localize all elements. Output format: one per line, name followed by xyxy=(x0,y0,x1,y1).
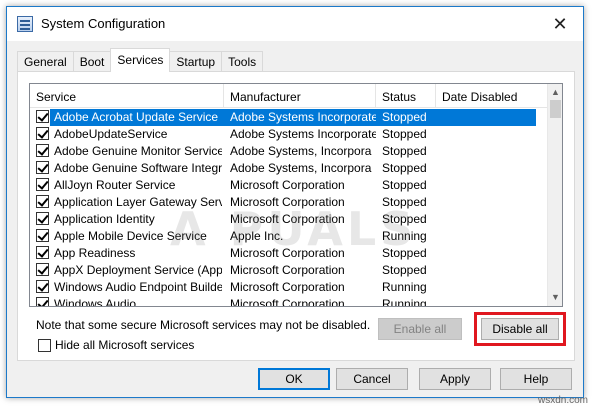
list-item[interactable]: Adobe Genuine Monitor Service Adobe Syste… xyxy=(30,143,550,160)
services-tab-panel: Service Manufacturer Status Date Disable… xyxy=(17,71,575,361)
vertical-scrollbar[interactable]: ▲ ▼ xyxy=(547,84,562,306)
service-status: Stopped xyxy=(382,195,427,209)
service-manufacturer: Adobe Systems, Incorpora xyxy=(230,144,372,158)
service-checkbox[interactable] xyxy=(36,195,49,208)
list-item[interactable]: Apple Mobile Device Service Apple Inc. Run… xyxy=(30,228,550,245)
column-header-status[interactable]: Status xyxy=(376,84,436,108)
service-status: Stopped xyxy=(382,178,427,192)
list-item[interactable]: AppX Deployment Service (AppX... Microsof… xyxy=(30,262,550,279)
list-item[interactable]: Adobe Genuine Software Integri... Adobe S… xyxy=(30,160,550,177)
service-status: Running xyxy=(382,297,427,307)
column-header-manufacturer[interactable]: Manufacturer xyxy=(224,84,376,108)
service-manufacturer: Microsoft Corporation xyxy=(230,297,345,307)
service-manufacturer: Microsoft Corporation xyxy=(230,246,345,260)
list-item[interactable]: App Readiness Microsoft Corporation Stoppe… xyxy=(30,245,550,262)
service-manufacturer: Microsoft Corporation xyxy=(230,263,345,277)
service-status: Running xyxy=(382,280,427,294)
service-checkbox[interactable] xyxy=(36,263,49,276)
service-name: Application Layer Gateway Service xyxy=(54,195,222,209)
disable-all-highlight xyxy=(474,312,566,346)
help-button[interactable]: Help xyxy=(500,368,572,390)
service-manufacturer: Microsoft Corporation xyxy=(230,212,345,226)
service-name: Adobe Acrobat Update Service xyxy=(54,110,219,124)
service-name: Adobe Genuine Software Integri... xyxy=(54,161,222,175)
service-name: Adobe Genuine Monitor Service xyxy=(54,144,222,158)
apply-button[interactable]: Apply xyxy=(419,368,491,390)
hide-microsoft-services-box[interactable] xyxy=(38,338,51,352)
service-name: Application Identity xyxy=(54,212,155,226)
service-name: AdobeUpdateService xyxy=(54,127,168,141)
service-name: Windows Audio xyxy=(54,297,137,307)
service-checkbox[interactable] xyxy=(36,280,49,293)
service-checkbox[interactable] xyxy=(36,161,49,174)
tab-services[interactable]: Services xyxy=(110,48,171,72)
service-status: Stopped xyxy=(382,161,427,175)
service-checkbox[interactable] xyxy=(36,178,49,191)
scroll-down-arrow-icon[interactable]: ▼ xyxy=(548,290,562,305)
site-watermark: wsxdn.com xyxy=(537,395,588,406)
service-checkbox[interactable] xyxy=(36,297,49,306)
column-header-service[interactable]: Service xyxy=(30,84,224,108)
service-checkbox[interactable] xyxy=(36,110,49,123)
title-bar: System Configuration ✕ xyxy=(7,7,583,41)
service-manufacturer: Adobe Systems Incorporated xyxy=(230,127,376,141)
list-item[interactable]: Application Layer Gateway Service Microso… xyxy=(30,194,550,211)
service-manufacturer: Adobe Systems Incorporated xyxy=(230,110,376,124)
scroll-up-arrow-icon[interactable]: ▲ xyxy=(548,85,562,100)
msconfig-app-icon xyxy=(17,16,33,32)
cancel-button[interactable]: Cancel xyxy=(336,368,408,390)
service-status: Stopped xyxy=(382,246,427,260)
tab-boot[interactable]: Boot xyxy=(72,51,112,71)
service-name: AppX Deployment Service (AppX... xyxy=(54,263,222,277)
tab-general[interactable]: General xyxy=(17,51,74,71)
service-manufacturer: Adobe Systems, Incorpora xyxy=(230,161,372,175)
secure-services-note: Note that some secure Microsoft services… xyxy=(36,318,371,332)
service-status: Stopped xyxy=(382,127,427,141)
ok-button[interactable]: OK xyxy=(258,368,330,390)
service-status: Stopped xyxy=(382,212,427,226)
service-manufacturer: Apple Inc. xyxy=(230,229,284,243)
services-list[interactable]: Service Manufacturer Status Date Disable… xyxy=(29,83,563,307)
service-status: Stopped xyxy=(382,144,427,158)
service-manufacturer: Microsoft Corporation xyxy=(230,178,345,192)
service-checkbox[interactable] xyxy=(36,127,49,140)
column-header-date-disabled[interactable]: Date Disabled xyxy=(436,84,550,108)
list-item[interactable]: AllJoyn Router Service Microsoft Corporat… xyxy=(30,177,550,194)
close-icon[interactable]: ✕ xyxy=(537,7,583,41)
list-header: Service Manufacturer Status Date Disable… xyxy=(30,84,550,108)
service-checkbox[interactable] xyxy=(36,229,49,242)
service-checkbox[interactable] xyxy=(36,246,49,259)
service-name: App Readiness xyxy=(54,246,136,260)
service-name: Windows Audio Endpoint Builder xyxy=(54,280,222,294)
service-name: AllJoyn Router Service xyxy=(54,178,176,192)
list-item[interactable]: Windows Audio Microsoft Corporation Runnin… xyxy=(30,296,550,307)
list-item[interactable]: Application Identity Microsoft Corporatio… xyxy=(30,211,550,228)
service-name: Apple Mobile Device Service xyxy=(54,229,207,243)
service-manufacturer: Microsoft Corporation xyxy=(230,195,345,209)
hide-microsoft-services-checkbox[interactable]: Hide all Microsoft services xyxy=(38,338,194,352)
service-manufacturer: Microsoft Corporation xyxy=(230,280,345,294)
enable-all-button[interactable]: Enable all xyxy=(378,318,462,340)
service-status: Stopped xyxy=(382,263,427,277)
hide-microsoft-services-label[interactable]: Hide all Microsoft services xyxy=(55,338,194,352)
service-checkbox[interactable] xyxy=(36,212,49,225)
window-title: System Configuration xyxy=(41,16,166,31)
service-status: Running xyxy=(382,229,427,243)
list-rows: Adobe Acrobat Update Service Adobe System… xyxy=(30,109,550,307)
system-configuration-window: System Configuration ✕ General Boot Serv… xyxy=(6,6,584,398)
tab-tools[interactable]: Tools xyxy=(221,51,264,71)
service-status: Stopped xyxy=(382,110,427,124)
list-item[interactable]: Windows Audio Endpoint Builder Microsoft … xyxy=(30,279,550,296)
tab-startup[interactable]: Startup xyxy=(169,51,223,71)
list-item[interactable]: Adobe Acrobat Update Service Adobe System… xyxy=(30,109,550,126)
scroll-thumb[interactable] xyxy=(550,100,561,118)
list-item[interactable]: AdobeUpdateService Adobe Systems Incorpor… xyxy=(30,126,550,143)
tab-strip: General Boot Services Startup Tools xyxy=(17,48,264,72)
service-checkbox[interactable] xyxy=(36,144,49,157)
